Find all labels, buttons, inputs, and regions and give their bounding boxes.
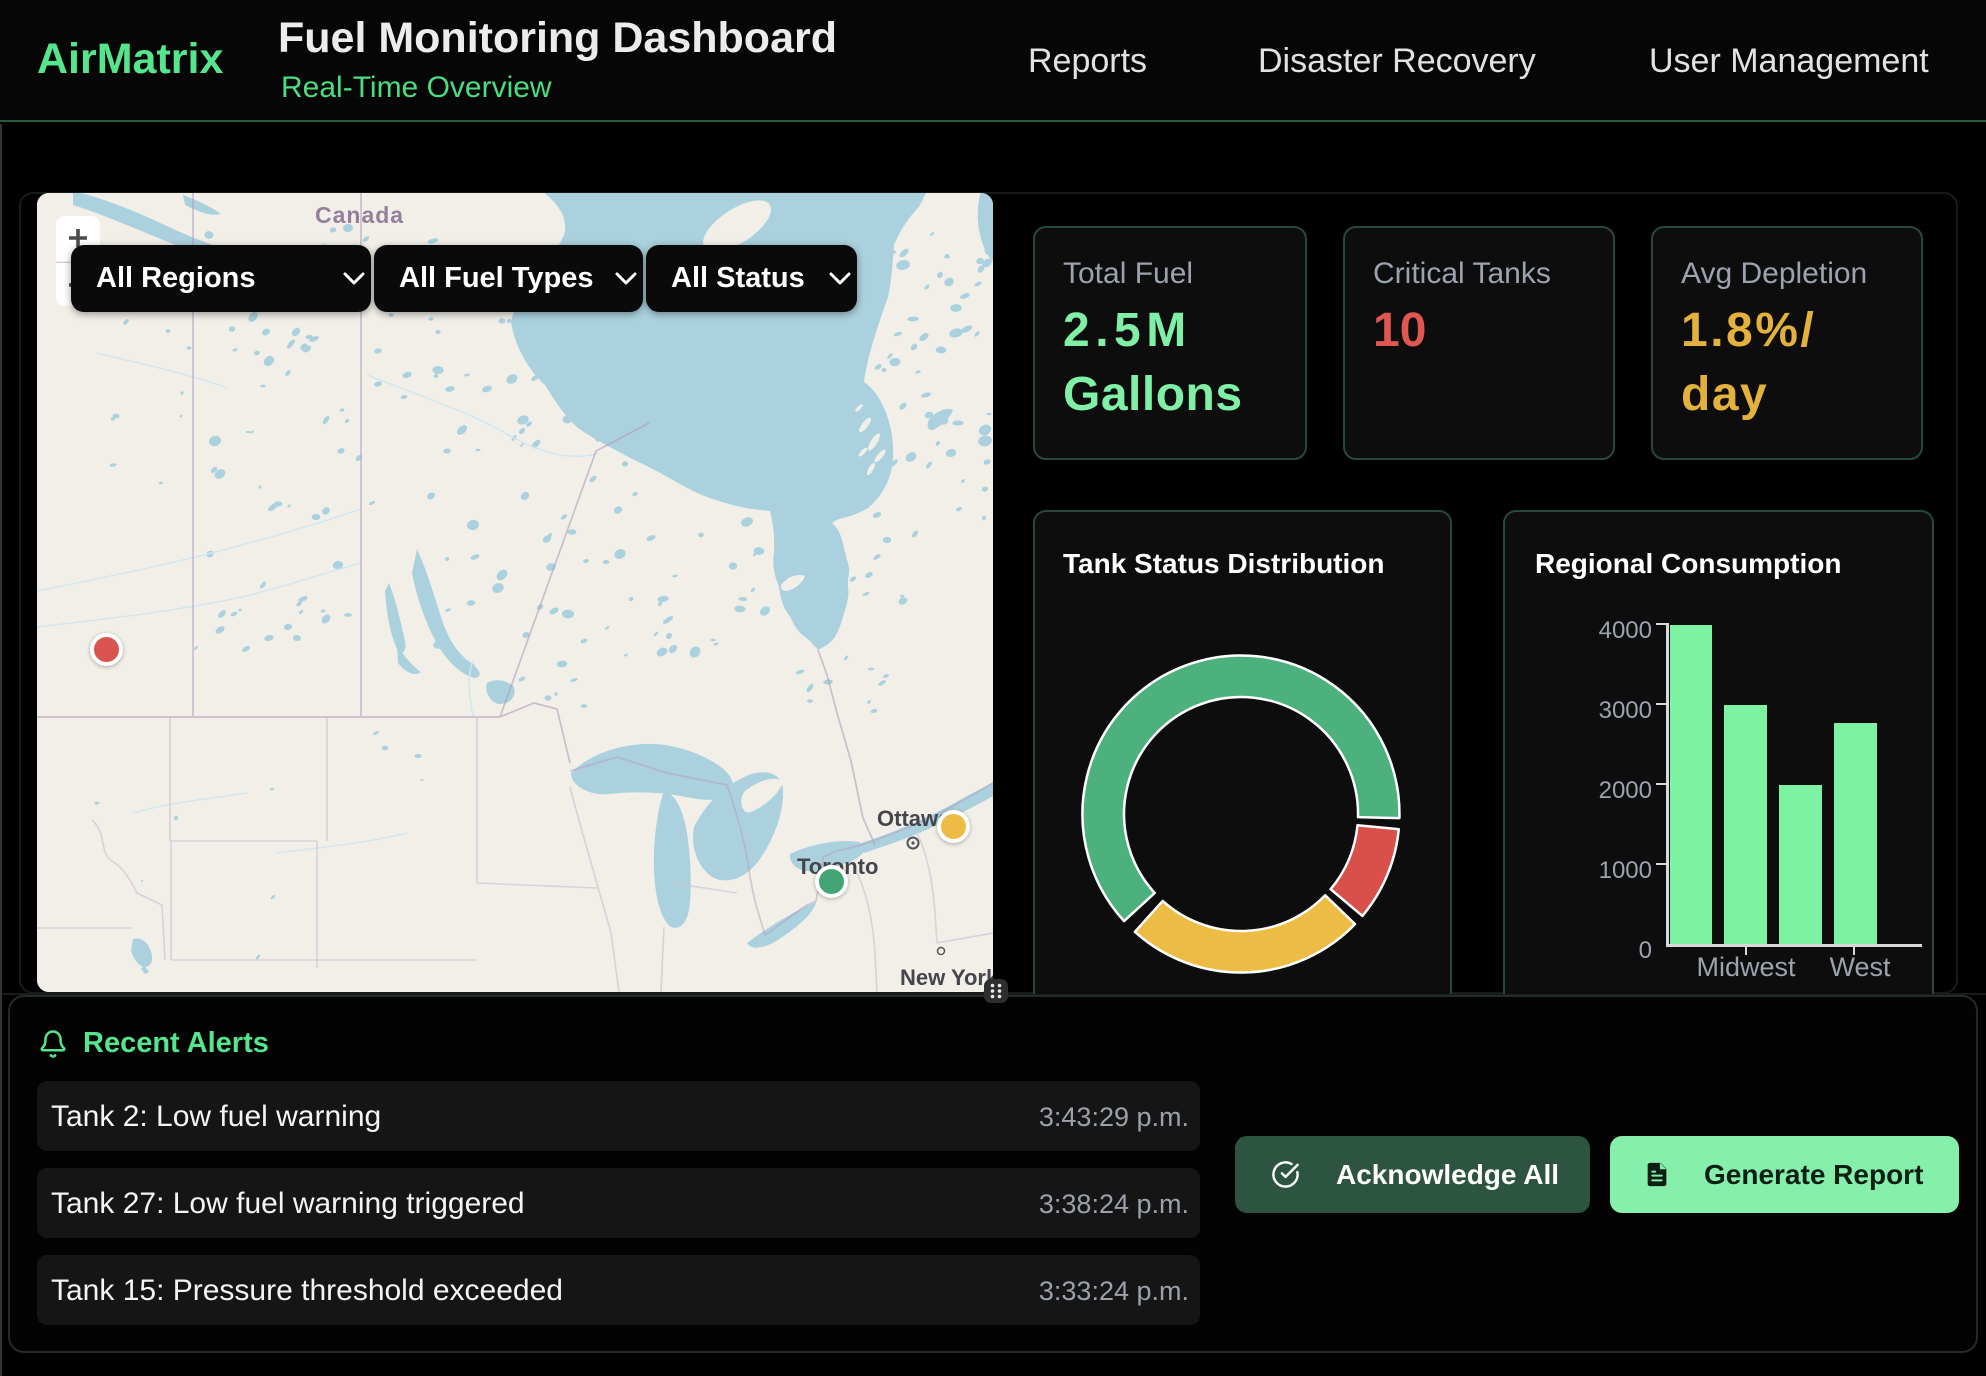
svg-text:Canada: Canada bbox=[315, 202, 404, 228]
svg-text:New York: New York bbox=[900, 965, 993, 990]
